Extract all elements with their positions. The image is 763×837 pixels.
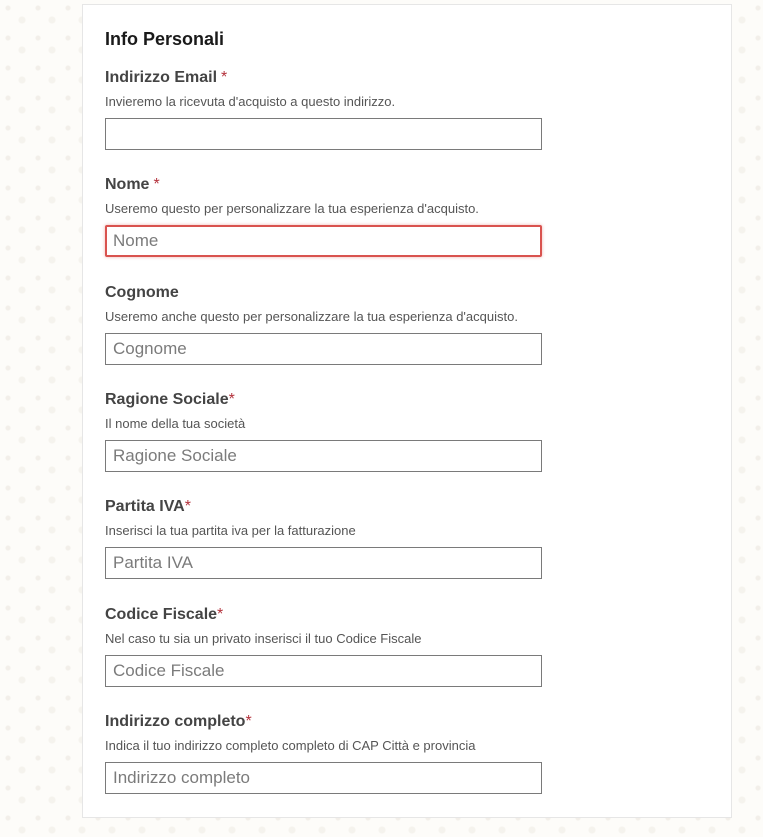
panel-title: Info Personali (105, 29, 225, 49)
codice-fiscale-label-text: Codice Fiscale (105, 606, 218, 623)
cognome-label-text: Cognome (105, 284, 179, 301)
partita-iva-label: Partita IVA* (105, 498, 545, 516)
required-marker: * (153, 176, 160, 193)
ragione-sociale-label-text: Ragione Sociale (105, 391, 229, 408)
ragione-sociale-input[interactable] (105, 440, 542, 472)
required-marker: * (184, 498, 191, 515)
partita-iva-input[interactable] (105, 547, 542, 579)
required-marker: * (217, 606, 224, 623)
required-marker: * (245, 713, 252, 730)
codice-fiscale-help-text: Nel caso tu sia un privato inserisci il … (105, 631, 422, 646)
codice-fiscale-field-group: Codice Fiscale* Nel caso tu sia un priva… (105, 606, 545, 687)
email-label: Indirizzo Email * (105, 69, 545, 87)
nome-input[interactable] (105, 225, 542, 257)
codice-fiscale-label: Codice Fiscale* (105, 606, 545, 624)
email-label-text: Indirizzo Email (105, 69, 218, 86)
indirizzo-completo-label: Indirizzo completo* (105, 713, 545, 731)
partita-iva-help-text: Inserisci la tua partita iva per la fatt… (105, 523, 356, 538)
cognome-help-text: Useremo anche questo per personalizzare … (105, 309, 518, 324)
required-marker: * (221, 69, 228, 86)
nome-label: Nome * (105, 176, 545, 194)
ragione-sociale-help-text: Il nome della tua società (105, 416, 246, 431)
codice-fiscale-input[interactable] (105, 655, 542, 687)
cognome-input[interactable] (105, 333, 542, 365)
cognome-label: Cognome (105, 284, 545, 302)
indirizzo-completo-help-text: Indica il tuo indirizzo completo complet… (105, 738, 476, 753)
email-field-group: Indirizzo Email * Invieremo la ricevuta d… (105, 69, 545, 150)
cognome-field-group: Cognome Useremo anche questo per persona… (105, 284, 545, 365)
required-marker: * (228, 391, 235, 408)
email-help-text: Invieremo la ricevuta d'acquisto a quest… (105, 94, 396, 109)
indirizzo-completo-field-group: Indirizzo completo* Indica il tuo indiri… (105, 713, 545, 794)
ragione-sociale-label: Ragione Sociale* (105, 391, 545, 409)
email-input[interactable] (105, 118, 542, 150)
ragione-sociale-field-group: Ragione Sociale* Il nome della tua socie… (105, 391, 545, 472)
partita-iva-field-group: Partita IVA* Inserisci la tua partita iv… (105, 498, 545, 579)
nome-help-text: Useremo questo per personalizzare la tua… (105, 201, 479, 216)
nome-label-text: Nome (105, 176, 150, 193)
nome-field-group: Nome * Useremo questo per personalizzare … (105, 176, 545, 257)
personal-info-panel: Info Personali Indirizzo Email * Invierem… (82, 4, 732, 818)
indirizzo-completo-input[interactable] (105, 762, 542, 794)
partita-iva-label-text: Partita IVA (105, 498, 185, 515)
indirizzo-completo-label-text: Indirizzo completo (105, 713, 246, 730)
